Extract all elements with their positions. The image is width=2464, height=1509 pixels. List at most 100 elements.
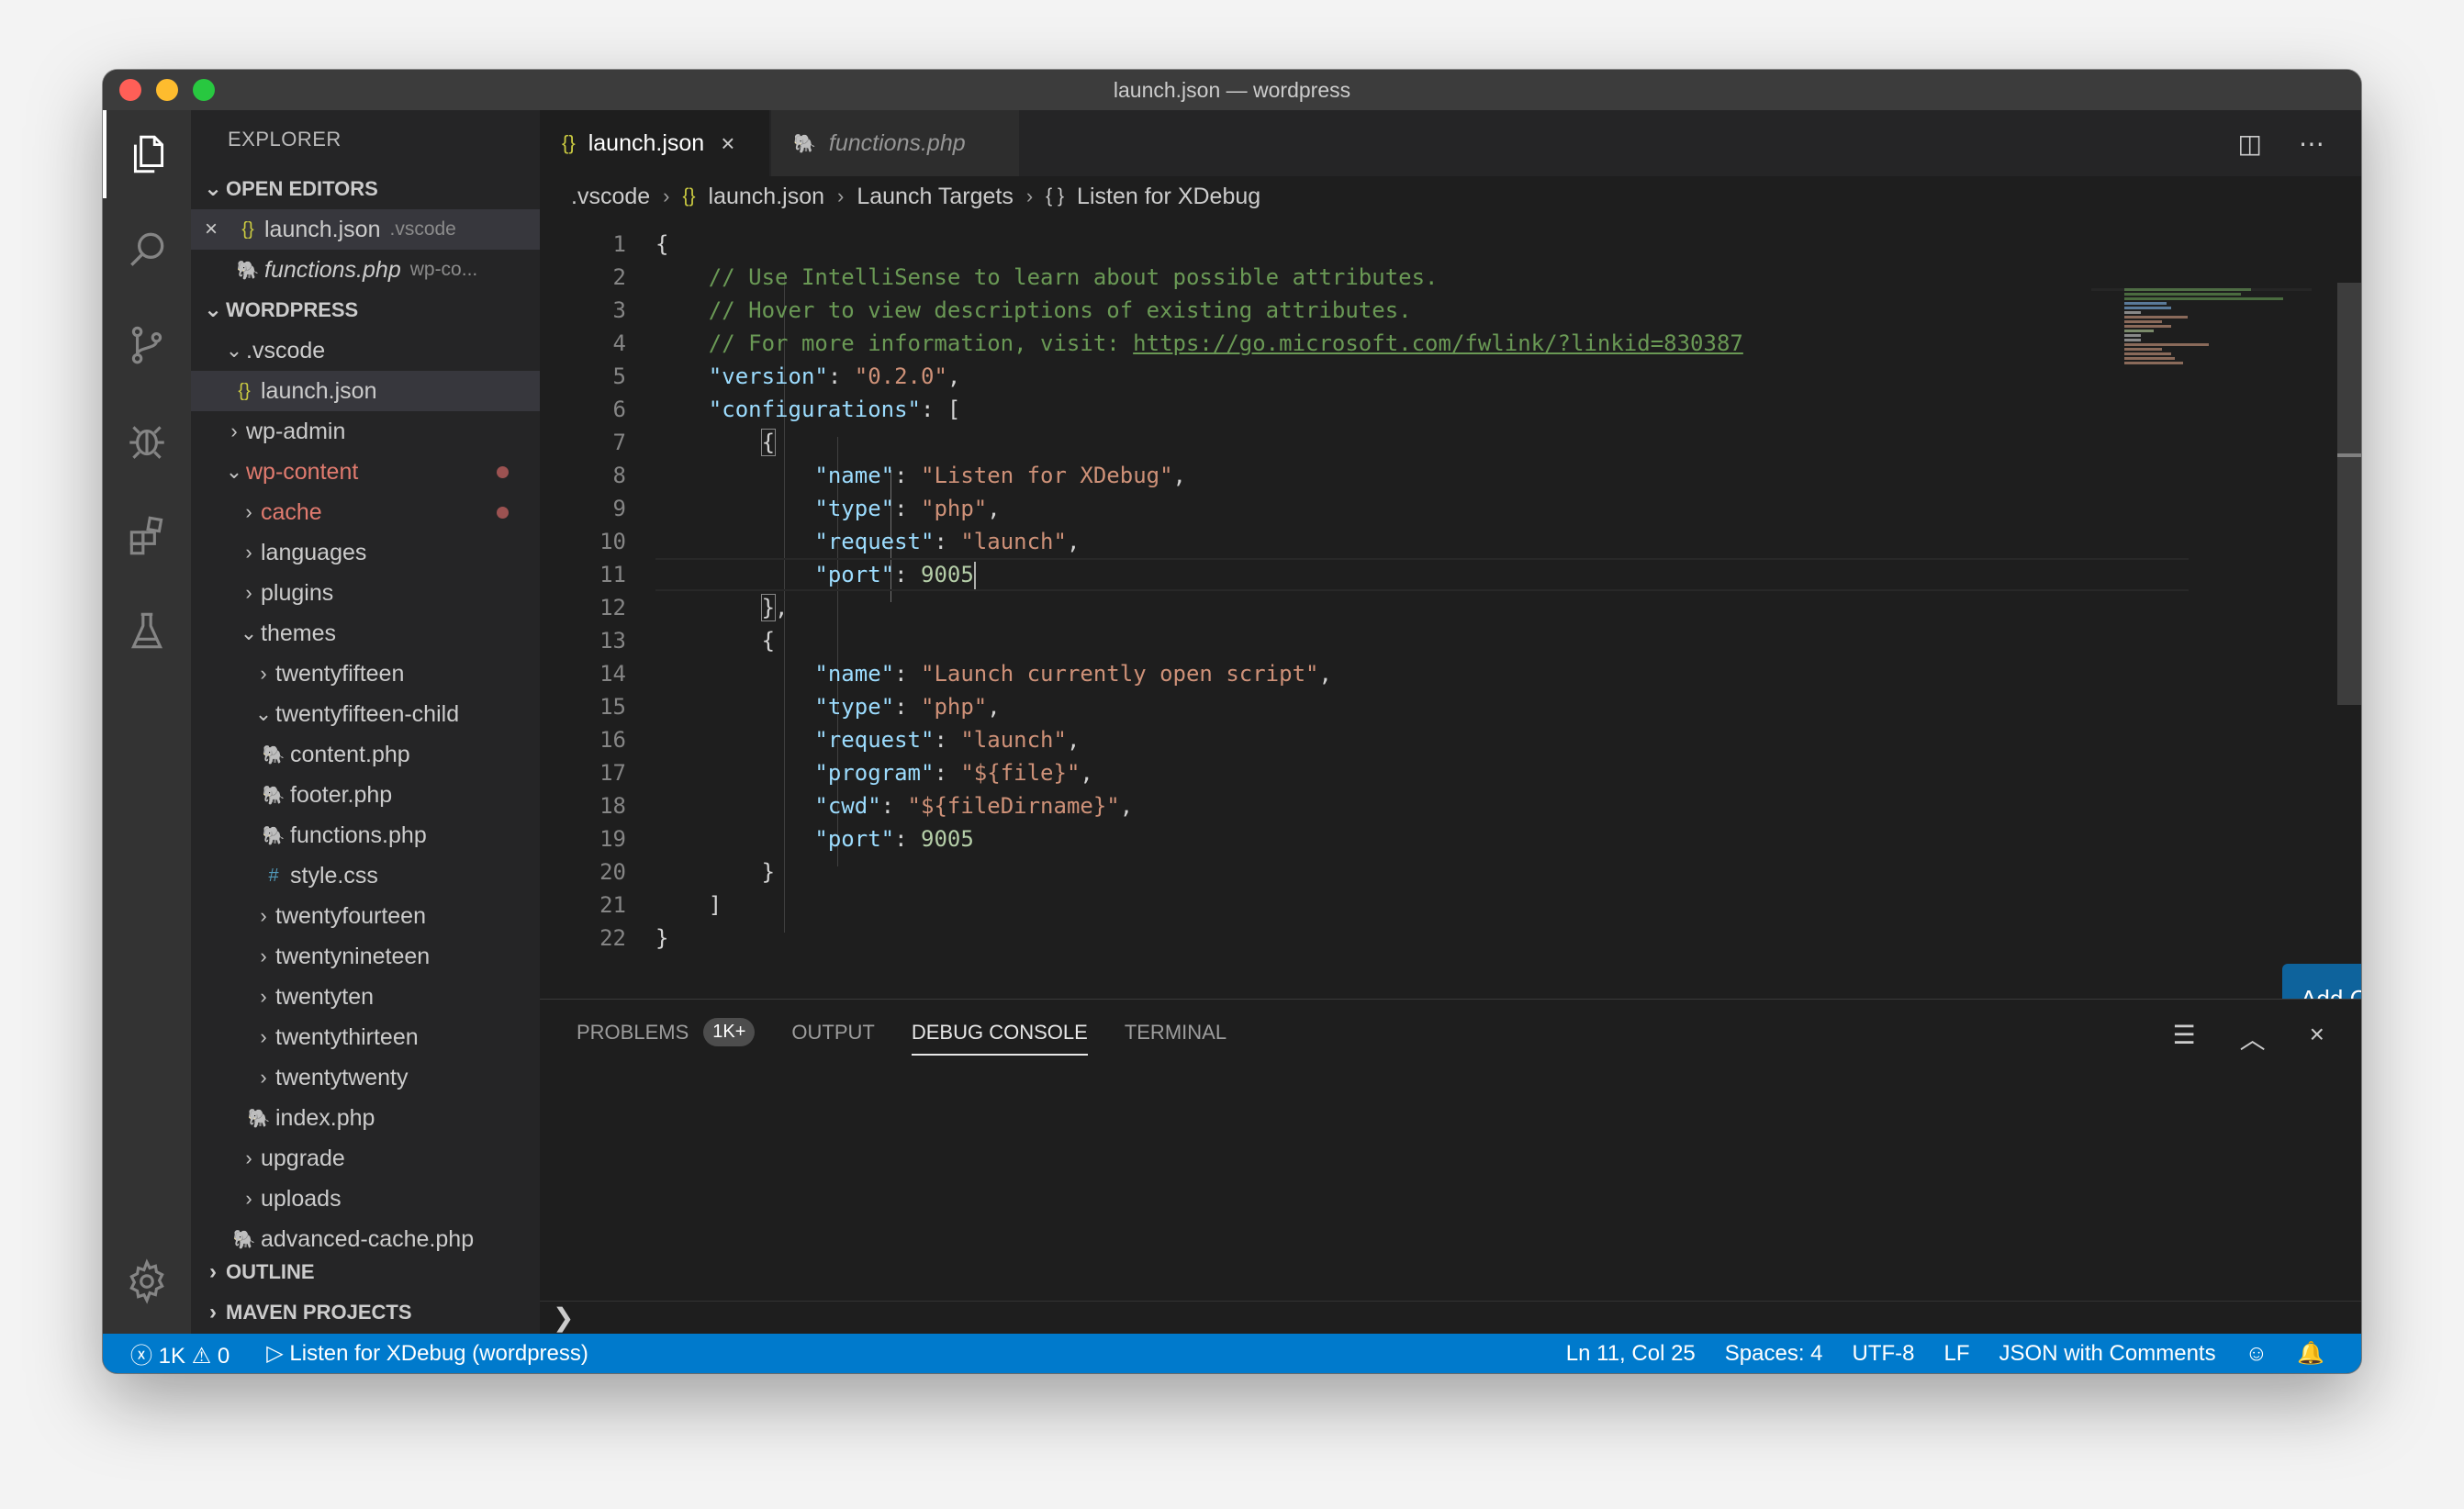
php-file-icon: 🐘 [793,133,816,154]
code-line: "program": "${file}", [814,760,1093,786]
code-line: // Use IntelliSense to learn about possi… [708,264,1439,290]
problems-status[interactable]: ⓧ 1K ⚠ 0 [130,1337,230,1369]
tree-folder[interactable]: › languages [191,532,540,573]
maven-projects-header[interactable]: › MAVEN PROJECTS [191,1292,540,1333]
tab-launch-json[interactable]: {} launch.json × [540,110,769,176]
php-file-icon: 🐘 [262,744,286,766]
code-editor[interactable]: 1 2 3 4 5 6 7 8 9 10 11 12 13 14 15 16 1… [540,217,2361,1068]
indentation-setting[interactable]: Spaces: 4 [1725,1341,1823,1367]
line-number: 10 [599,529,626,554]
tree-folder[interactable]: › twentyfourteen [191,896,540,936]
manage-activity[interactable] [103,1237,191,1325]
tree-folder[interactable]: › twentyfifteen [191,654,540,694]
explorer-sidebar: EXPLORER ⌄ OPEN EDITORS × {} launch.json… [191,110,540,1334]
tab-debug-console[interactable]: DEBUG CONSOLE [911,1021,1088,1056]
cursor-position[interactable]: Ln 11, Col 25 [1566,1341,1696,1367]
tree-file[interactable]: 🐘 content.php [191,734,540,775]
chevron-down-icon: ⌄ [225,339,243,362]
line-number: 12 [599,595,626,620]
extensions-activity[interactable] [103,492,191,580]
tree-folder[interactable]: › plugins [191,573,540,613]
tree-folder[interactable]: ⌄ .vscode [191,330,540,371]
line-number-gutter: 1 2 3 4 5 6 7 8 9 10 11 12 13 14 15 16 1… [540,228,626,955]
encoding-setting[interactable]: UTF-8 [1853,1341,1915,1367]
language-mode[interactable]: JSON with Comments [1999,1341,2216,1367]
breadcrumb-item[interactable]: .vscode [571,184,650,210]
minimap-slider[interactable] [2091,288,2312,291]
close-icon[interactable]: × [721,129,734,158]
error-icon: ⓧ [130,1344,152,1369]
tree-file[interactable]: 🐘 index.php [191,1098,540,1138]
tree-file[interactable]: # style.css [191,855,540,896]
files-icon [133,135,164,173]
debug-activity[interactable] [103,397,191,485]
debug-console-input[interactable]: ❯ [540,1301,2361,1334]
chevron-right-icon: › [260,945,267,967]
tree-folder[interactable]: ⌄ wp-content [191,452,540,492]
more-icon[interactable]: ⋯ [2299,129,2324,159]
tree-folder[interactable]: › twentyten [191,977,540,1017]
open-editor-item[interactable]: 🐘 functions.php wp-co... [191,250,540,290]
line-number: 18 [599,793,626,819]
chevron-right-icon: › [663,184,670,207]
breadcrumb-item[interactable]: launch.json [709,184,824,210]
close-panel-icon[interactable]: × [2310,1020,2324,1056]
code-line: "name": "Launch currently open script", [814,661,1332,687]
testing-activity[interactable] [103,587,191,676]
source-control-activity[interactable] [103,301,191,389]
maximize-window-button[interactable] [193,79,215,101]
close-icon[interactable]: × [191,217,231,242]
tree-folder[interactable]: ⌄ themes [191,613,540,654]
tree-file[interactable]: 🐘 functions.php [191,815,540,855]
tree-folder[interactable]: › upgrade [191,1138,540,1179]
bell-icon[interactable]: 🔔 [2297,1340,2324,1367]
text-cursor [973,562,976,589]
search-activity[interactable] [103,206,191,294]
outline-header[interactable]: › OUTLINE [191,1252,540,1292]
feedback-icon[interactable]: ☺ [2246,1341,2268,1367]
line-number: 20 [599,859,626,885]
json-file-icon: {} [241,218,254,240]
sidebar-bottom-sections: › OUTLINE › MAVEN PROJECTS [191,1252,540,1333]
vertical-scrollbar[interactable] [2337,283,2361,705]
line-number: 4 [612,330,626,356]
tree-folder[interactable]: › wp-admin [191,411,540,452]
close-window-button[interactable] [119,79,141,101]
tree-folder[interactable]: › twentytwenty [191,1057,540,1098]
tab-functions-php[interactable]: 🐘 functions.php [771,110,1019,176]
eol-setting[interactable]: LF [1944,1341,1970,1367]
minimap[interactable] [2091,288,2335,426]
tree-folder[interactable]: › cache [191,492,540,532]
tab-output[interactable]: OUTPUT [791,1021,874,1056]
minimize-window-button[interactable] [156,79,178,101]
php-file-icon: 🐘 [262,785,286,806]
line-number: 21 [599,892,626,918]
clear-console-icon[interactable]: ☰ [2173,1020,2196,1056]
line-number: 19 [599,826,626,852]
code-line: "version": "0.2.0", [708,363,961,389]
breadcrumb-item[interactable]: Launch Targets [857,184,1014,210]
debug-target-status[interactable]: ▷ Listen for XDebug (wordpress) [266,1340,588,1367]
line-number: 14 [599,661,626,687]
explorer-activity[interactable] [103,110,191,198]
tree-file[interactable]: 🐘 footer.php [191,775,540,815]
tree-folder[interactable]: › twentythirteen [191,1017,540,1057]
chevron-down-icon: ⌄ [225,460,243,483]
tree-folder[interactable]: › uploads [191,1179,540,1219]
tab-terminal[interactable]: TERMINAL [1125,1021,1226,1056]
tree-folder[interactable]: ⌄ twentyfifteen-child [191,694,540,734]
code-line: // Hover to view descriptions of existin… [708,297,1412,323]
workspace-header[interactable]: ⌄ WORDPRESS [191,290,540,330]
code-content[interactable]: { // Use IntelliSense to learn about pos… [655,228,2216,955]
scrollbar-cursor-marker [2337,453,2361,457]
tree-folder[interactable]: › twentynineteen [191,936,540,977]
maximize-panel-icon[interactable]: ︿ [2240,1020,2266,1056]
breadcrumb-item[interactable]: Listen for XDebug [1077,184,1260,210]
split-editor-icon[interactable]: ◫ [2238,129,2262,159]
tree-file[interactable]: {} launch.json [191,371,540,411]
doc-link[interactable]: https://go.microsoft.com/fwlink/?linkid=… [1133,330,1743,356]
tab-problems[interactable]: PROBLEMS 1K+ [577,1018,756,1057]
chevron-right-icon: › [245,541,252,564]
open-editors-header[interactable]: ⌄ OPEN EDITORS [191,169,540,209]
open-editor-item[interactable]: × {} launch.json .vscode [191,209,540,250]
